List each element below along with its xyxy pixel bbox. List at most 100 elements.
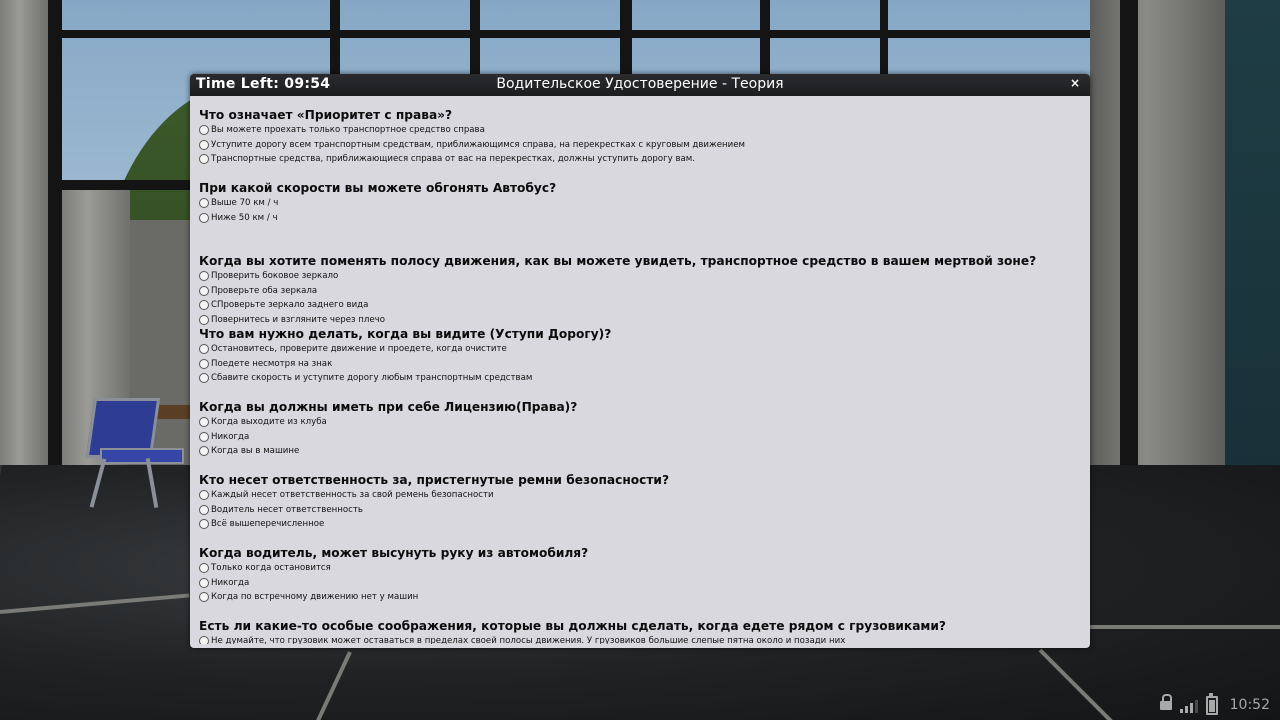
radio-button[interactable] [199,139,209,150]
answer-option-label: Вы можете проехать только транспортное с… [211,125,485,136]
answer-option[interactable]: Никогда [199,576,1079,591]
window-frame [620,0,632,80]
signal-icon [1179,697,1198,713]
radio-button[interactable] [199,504,209,515]
radio-button[interactable] [199,358,209,369]
radio-button[interactable] [199,300,209,311]
radio-button[interactable] [199,344,209,355]
answer-option[interactable]: Каждый несет ответственность за свой рем… [199,488,1079,503]
question-text: Что означает «Приоритет с права»? [199,108,453,122]
radio-button[interactable] [199,431,209,442]
window-frame [330,0,340,80]
answer-option[interactable]: Уступите дорогу всем транспортным средст… [199,138,1079,153]
answer-option[interactable]: СПроверьте зеркало заднего вида [199,298,1079,313]
radio-button[interactable] [199,563,209,574]
question-block: При какой скорости вы можете обгонять Ав… [199,181,1079,254]
radio-button[interactable] [199,315,209,326]
answer-option-label: Остановитесь, проверите движение и проед… [211,344,507,355]
radio-button[interactable] [199,592,209,603]
window-frame [48,30,1098,38]
answer-option-label: Сбавите скорость и уступите дорогу любым… [211,373,533,384]
theory-test-dialog: Time Left: 09:54 Водительское Удостовере… [190,74,1090,648]
answer-option-label: Когда выходите из клуба [211,417,327,428]
answer-option[interactable]: Остановитесь, проверите движение и проед… [199,342,1079,357]
close-button[interactable]: × [1068,76,1082,92]
answer-option[interactable]: Транспортные средства, приближающиеся сп… [199,152,1079,167]
radio-button[interactable] [199,285,209,296]
answer-option[interactable]: Никогда [199,430,1079,445]
answer-option[interactable]: Вы можете проехать только транспортное с… [199,123,1079,138]
answer-option[interactable]: Водитель несет ответственность [199,503,1079,518]
answer-option-label: Когда вы в машине [211,446,300,457]
radio-button[interactable] [199,212,209,223]
answer-option[interactable]: Только когда остановится [199,561,1079,576]
question-scroll-area[interactable]: Что означает «Приоритет с права»? Вы може… [194,102,1086,644]
answer-option-label: Никогда [211,577,250,588]
radio-button[interactable] [199,198,209,209]
answer-option-label: Проверьте оба зеркала [211,285,318,296]
clock: 10:52 [1229,697,1270,713]
window-frame [48,0,62,470]
answer-option-label: Когда по встречному движению нет у машин [211,592,419,603]
answer-option-label: Ниже 50 км / ч [211,212,278,223]
answer-option[interactable]: Всё вышеперечисленное [199,517,1079,532]
battery-icon [1205,692,1218,715]
radio-button[interactable] [199,125,209,136]
answer-option-label: Поедете несмотря на знак [211,358,333,369]
answer-option-label: Не думайте, что грузовик может оставатьс… [211,636,846,644]
chair-seat [100,448,184,464]
question-block: Что вам нужно делать, когда вы видите (У… [199,327,1079,400]
answer-option[interactable]: Сбавите скорость и уступите дорогу любым… [199,371,1079,386]
question-list: Что означает «Приоритет с права»? Вы може… [199,108,1079,644]
radio-button[interactable] [199,636,209,644]
window-frame [470,0,480,80]
answer-option-label: Всё вышеперечисленное [211,519,325,530]
question-text: Есть ли какие-то особые соображения, кот… [199,619,946,633]
radio-button[interactable] [199,417,209,428]
answer-option-label: Только когда остановится [211,563,331,574]
dialog-title: Водительское Удостоверение - Теория [496,76,784,92]
answer-option-label: Водитель несет ответственность [211,504,363,515]
radio-button[interactable] [199,446,209,457]
radio-button[interactable] [199,154,209,165]
radio-button[interactable] [199,490,209,501]
answer-option-label: Проверить боковое зеркало [211,271,339,282]
answer-option[interactable]: Ниже 50 км / ч [199,211,1079,226]
answer-option[interactable]: Не думайте, что грузовик может оставатьс… [199,634,1079,644]
question-text: Когда вы должны иметь при себе Лицензию(… [199,400,578,414]
floor-trim [1090,625,1280,629]
answer-option-label: Транспортные средства, приближающиеся сп… [211,154,695,165]
radio-button[interactable] [199,577,209,588]
question-text: Кто несет ответственность за, пристегнут… [199,473,670,487]
window-frame [48,180,198,190]
answer-option[interactable]: Повернитесь и взгляните через плечо [199,313,1079,328]
window-frame [1120,0,1138,490]
question-text: Когда вы хотите поменять полосу движения… [199,254,1037,268]
answer-option[interactable]: Когда вы в машине [199,444,1079,459]
answer-option-label: Уступите дорогу всем транспортным средст… [211,139,746,150]
answer-option[interactable]: Когда по встречному движению нет у машин [199,590,1079,605]
answer-option[interactable]: Когда выходите из клуба [199,415,1079,430]
answer-option[interactable]: Поедете несмотря на знак [199,357,1079,372]
radio-button[interactable] [199,373,209,384]
answer-option-label: Повернитесь и взгляните через плечо [211,315,386,326]
question-block: Что означает «Приоритет с права»? Вы може… [199,108,1079,181]
question-text: Когда водитель, может высунуть руку из а… [199,546,589,560]
question-text: При какой скорости вы можете обгонять Ав… [199,181,557,195]
answer-option-label: Выше 70 км / ч [211,198,279,209]
radio-button[interactable] [199,271,209,282]
status-hud: 10:52 [1159,692,1270,716]
question-block: Когда водитель, может высунуть руку из а… [199,546,1079,619]
question-block: Есть ли какие-то особые соображения, кот… [199,619,1079,644]
answer-option[interactable]: Проверить боковое зеркало [199,269,1079,284]
window-frame [760,0,770,80]
answer-option[interactable]: Выше 70 км / ч [199,196,1079,211]
left-pillar [0,0,48,470]
answer-option-label: Никогда [211,431,250,442]
dialog-titlebar[interactable]: Time Left: 09:54 Водительское Удостовере… [190,74,1090,96]
lock-icon [1159,693,1172,710]
answer-option-label: СПроверьте зеркало заднего вида [211,300,369,311]
question-block: Когда вы должны иметь при себе Лицензию(… [199,400,1079,473]
radio-button[interactable] [199,519,209,530]
answer-option[interactable]: Проверьте оба зеркала [199,284,1079,299]
